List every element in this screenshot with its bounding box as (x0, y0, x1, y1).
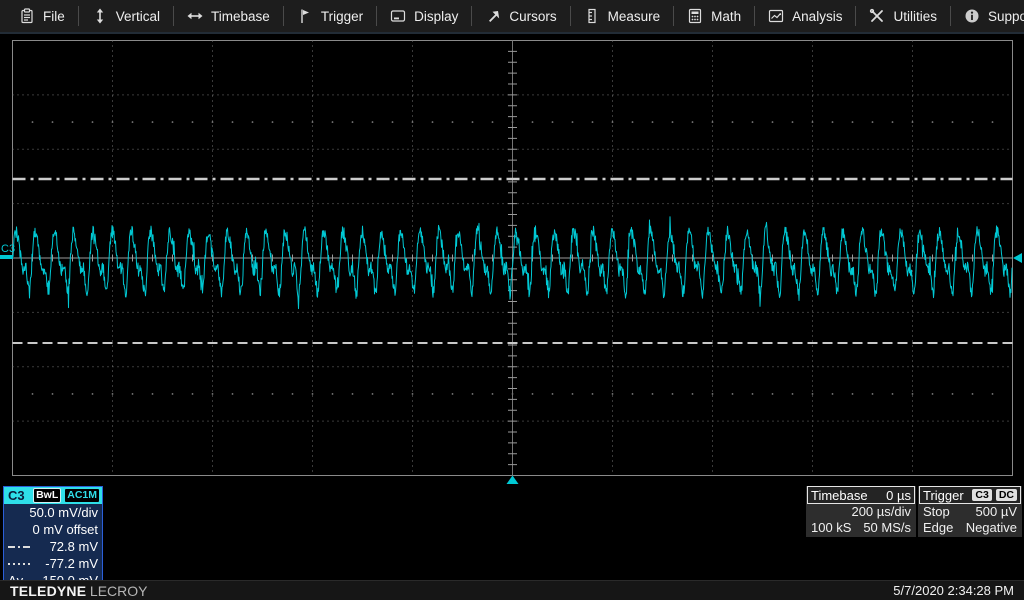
menu-timebase[interactable]: Timebase (174, 0, 283, 32)
channel-offset-row: 0 mV offset (4, 521, 102, 538)
dashdot-linestyle-icon (8, 546, 32, 548)
ruler-icon (584, 8, 600, 24)
timebase-descriptor-box[interactable]: Timebase 0 µs 200 µs/div 100 kS 50 MS/s (806, 486, 916, 537)
menu-file[interactable]: File (6, 0, 78, 32)
menu-trigger[interactable]: Trigger (284, 0, 376, 32)
cursor1-row: 72.8 mV (4, 538, 102, 555)
trigger-type: Edge (923, 520, 953, 536)
timebase-header: Timebase 0 µs (807, 486, 915, 504)
file-icon (19, 8, 35, 24)
sample-rate: 50 MS/s (863, 520, 911, 536)
waveform-display[interactable]: C3 (0, 36, 1024, 486)
cursor1-value: 72.8 mV (50, 538, 98, 555)
menu-label: Support (988, 9, 1024, 24)
bandwidth-limit-badge: BwL (33, 488, 61, 503)
trigger-flag-icon (297, 8, 313, 24)
menu-display[interactable]: Display (377, 0, 471, 32)
trigger-level-marker[interactable] (1013, 253, 1022, 263)
calculator-icon (687, 8, 703, 24)
menu-math[interactable]: Math (674, 0, 754, 32)
channel-name: C3 (8, 488, 30, 503)
timebase-sampling-row: 100 kS 50 MS/s (807, 520, 915, 536)
menu-label: Utilities (893, 9, 937, 24)
menu-analysis[interactable]: Analysis (755, 0, 855, 32)
datetime-stamp: 5/7/2020 2:34:28 PM (893, 583, 1014, 598)
dotted-linestyle-icon (8, 563, 32, 565)
timebase-scale: 200 µs/div (851, 504, 911, 520)
menu-utilities[interactable]: Utilities (856, 0, 950, 32)
display-icon (390, 8, 406, 24)
trigger-mode-row: Stop 500 µV (919, 504, 1021, 520)
trigger-coupling-badge: DC (996, 489, 1017, 501)
channel-zero-marker-label: C3 (1, 243, 15, 255)
timebase-position: 0 µs (886, 488, 911, 503)
trigger-header: Trigger C3 DC (919, 486, 1021, 504)
cursor2-value: -77.2 mV (45, 555, 98, 572)
menu-measure[interactable]: Measure (571, 0, 674, 32)
menu-label: Trigger (321, 9, 363, 24)
trigger-slope: Negative (966, 520, 1017, 536)
menu-support[interactable]: Support (951, 0, 1024, 32)
cursor-arrow-icon (485, 8, 501, 24)
menu-label: Measure (608, 9, 661, 24)
menu-label: Timebase (211, 9, 270, 24)
brand-logo: TELEDYNE LECROY (10, 583, 147, 599)
timebase-scale-row: 200 µs/div (807, 504, 915, 520)
utilities-tools-icon (869, 8, 885, 24)
vertical-offset-value: 0 mV offset (32, 521, 98, 538)
vertical-scale-value: 50.0 mV/div (29, 504, 98, 521)
sample-count: 100 kS (811, 520, 851, 536)
channel-descriptor-header: C3 BwL AC1M (4, 487, 102, 504)
trigger-descriptor-box[interactable]: Trigger C3 DC Stop 500 µV Edge Negative (918, 486, 1022, 537)
channel-scale-row: 50.0 mV/div (4, 504, 102, 521)
trigger-level: 500 µV (976, 504, 1017, 520)
menu-label: Analysis (792, 9, 842, 24)
horizontal-arrows-icon (187, 8, 203, 24)
cursor2-row: -77.2 mV (4, 555, 102, 572)
coupling-badge: AC1M (64, 488, 100, 503)
timebase-title: Timebase (811, 488, 868, 503)
menu-label: Vertical (116, 9, 160, 24)
support-info-icon (964, 8, 980, 24)
menu-label: Math (711, 9, 741, 24)
menu-cursors[interactable]: Cursors (472, 0, 569, 32)
trigger-mode: Stop (923, 504, 950, 520)
menu-label: File (43, 9, 65, 24)
oscilloscope-screen: { "menu": { "items": [ {"label":"File"},… (0, 0, 1024, 600)
menu-bar: File Vertical Timebase Trigger Display (0, 0, 1024, 34)
menu-vertical[interactable]: Vertical (79, 0, 173, 32)
menu-label: Display (414, 9, 458, 24)
channel-descriptor-box[interactable]: C3 BwL AC1M 50.0 mV/div 0 mV offset 72.8… (3, 486, 103, 590)
brand-lecroy: LECROY (90, 583, 148, 599)
analysis-chart-icon (768, 8, 784, 24)
brand-teledyne: TELEDYNE (10, 583, 86, 599)
trigger-title: Trigger (923, 488, 964, 503)
vertical-arrows-icon (92, 8, 108, 24)
channel-zero-marker[interactable] (0, 255, 13, 259)
status-bar: TELEDYNE LECROY 5/7/2020 2:34:28 PM (0, 580, 1024, 600)
trigger-type-row: Edge Negative (919, 520, 1021, 536)
menu-label: Cursors (509, 9, 556, 24)
trigger-time-marker[interactable] (507, 476, 519, 485)
trigger-source-badge: C3 (972, 489, 991, 501)
